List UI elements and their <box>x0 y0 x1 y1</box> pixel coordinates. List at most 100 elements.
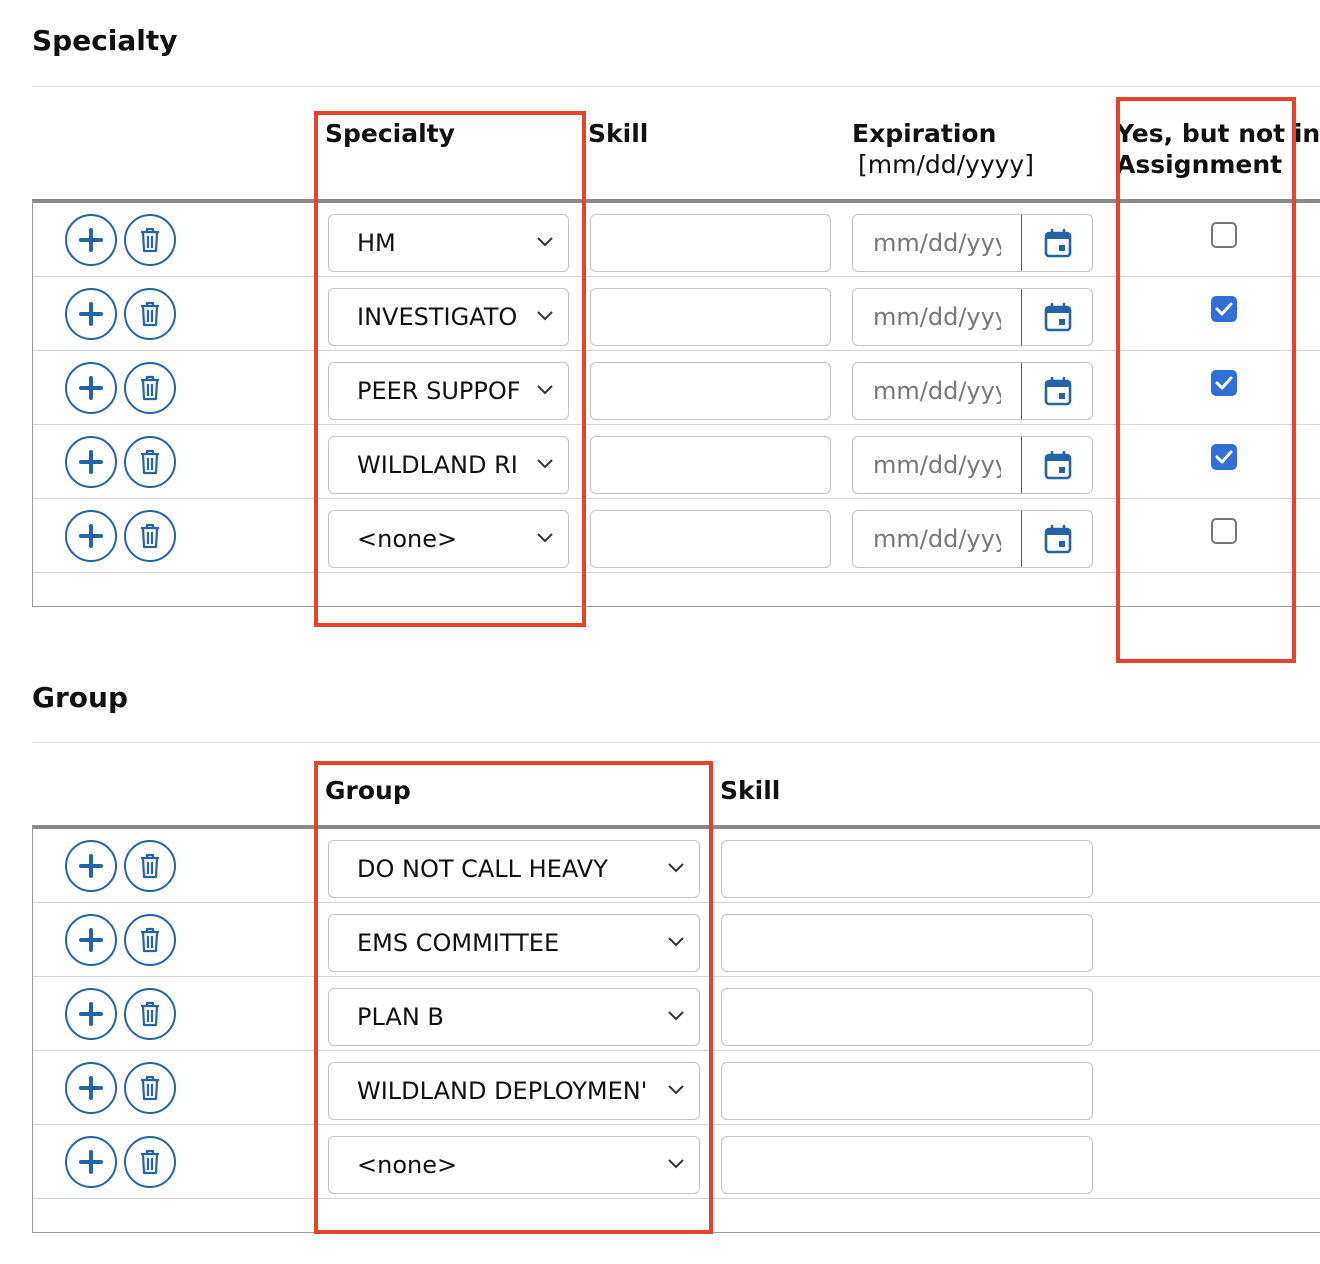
yes-not-in-assignment-checkbox[interactable] <box>1211 518 1237 544</box>
delete-row-button[interactable] <box>124 362 176 414</box>
add-row-button[interactable] <box>65 214 117 266</box>
calendar-button[interactable] <box>1021 437 1092 493</box>
add-row-button[interactable] <box>65 288 117 340</box>
expiration-header-label: Expiration <box>852 119 997 148</box>
calendar-icon <box>1044 376 1071 406</box>
delete-row-button[interactable] <box>124 988 176 1040</box>
trash-icon <box>141 1149 159 1175</box>
specialty-row: PEER SUPPOF mm/dd/yyyy <box>33 351 1320 425</box>
chevron-down-icon <box>668 1159 684 1169</box>
group-select-value: DO NOT CALL HEAVY <box>357 855 608 883</box>
chevron-down-icon <box>668 1011 684 1021</box>
specialty-select[interactable]: PEER SUPPOF <box>328 362 569 420</box>
group-select-value: PLAN B <box>357 1003 444 1031</box>
delete-row-button[interactable] <box>124 436 176 488</box>
specialty-select-value: INVESTIGATO <box>357 303 518 331</box>
trash-icon <box>141 301 159 327</box>
specialty-row: <none> mm/dd/yyyy <box>33 499 1320 573</box>
specialty-skill-column-header: Skill <box>588 119 649 148</box>
expiration-date-input[interactable]: mm/dd/yyyy <box>873 215 1001 271</box>
calendar-icon <box>1044 524 1071 554</box>
add-row-button[interactable] <box>65 510 117 562</box>
group-section-divider <box>32 742 1320 743</box>
trash-icon <box>141 523 159 549</box>
group-skill-input[interactable] <box>721 988 1093 1046</box>
yes-not-in-assignment-checkbox[interactable] <box>1211 222 1237 248</box>
expiration-date-input[interactable]: mm/dd/yyyy <box>873 289 1001 345</box>
trash-icon <box>141 227 159 253</box>
specialty-skill-input[interactable] <box>590 214 831 272</box>
expiration-date-input[interactable]: mm/dd/yyyy <box>873 511 1001 567</box>
plus-icon <box>79 302 103 326</box>
specialty-skill-input[interactable] <box>590 510 831 568</box>
delete-row-button[interactable] <box>124 214 176 266</box>
add-row-button[interactable] <box>65 436 117 488</box>
calendar-button[interactable] <box>1021 215 1092 271</box>
specialty-select[interactable]: INVESTIGATO <box>328 288 569 346</box>
trash-icon <box>141 375 159 401</box>
plus-icon <box>79 450 103 474</box>
group-select-value: <none> <box>357 1151 458 1179</box>
chevron-down-icon <box>537 311 553 321</box>
specialty-select-value: PEER SUPPOF <box>357 377 519 405</box>
expiration-date-field: mm/dd/yyyy <box>852 288 1093 346</box>
group-skill-input[interactable] <box>721 840 1093 898</box>
specialty-skill-input[interactable] <box>590 362 831 420</box>
specialty-select-value: HM <box>357 229 396 257</box>
specialty-skill-input[interactable] <box>590 288 831 346</box>
specialty-select[interactable]: HM <box>328 214 569 272</box>
group-row: PLAN B <box>33 977 1320 1051</box>
calendar-icon <box>1044 228 1071 258</box>
add-row-button[interactable] <box>65 840 117 892</box>
specialty-section-title: Specialty <box>32 24 178 57</box>
delete-row-button[interactable] <box>124 840 176 892</box>
expiration-date-field: mm/dd/yyyy <box>852 362 1093 420</box>
specialty-column-header: Specialty <box>325 119 455 148</box>
calendar-icon <box>1044 450 1071 480</box>
calendar-button[interactable] <box>1021 511 1092 567</box>
expiration-date-input[interactable]: mm/dd/yyyy <box>873 437 1001 493</box>
group-select[interactable]: <none> <box>328 1136 700 1194</box>
group-skill-input[interactable] <box>721 1062 1093 1120</box>
specialty-select[interactable]: WILDLAND RI <box>328 436 569 494</box>
expiration-date-field: mm/dd/yyyy <box>852 214 1093 272</box>
yes-header-line2: Assignment <box>1116 150 1283 179</box>
group-select-value: WILDLAND DEPLOYMEN' <box>357 1077 647 1105</box>
yes-not-in-assignment-checkbox[interactable] <box>1211 296 1237 322</box>
group-skill-input[interactable] <box>721 914 1093 972</box>
group-skill-input[interactable] <box>721 1136 1093 1194</box>
yes-not-in-assignment-checkbox[interactable] <box>1211 444 1237 470</box>
expiration-date-input[interactable]: mm/dd/yyyy <box>873 363 1001 419</box>
group-section-title: Group <box>32 681 129 714</box>
checkmark-icon <box>1215 376 1233 390</box>
group-select[interactable]: EMS COMMITTEE <box>328 914 700 972</box>
specialty-select-value: <none> <box>357 525 458 553</box>
plus-icon <box>79 228 103 252</box>
add-row-button[interactable] <box>65 1062 117 1114</box>
specialty-select-value: WILDLAND RI <box>357 451 518 479</box>
checkmark-icon <box>1215 450 1233 464</box>
group-select[interactable]: WILDLAND DEPLOYMEN' <box>328 1062 700 1120</box>
specialty-row: WILDLAND RI mm/dd/yyyy <box>33 425 1320 499</box>
delete-row-button[interactable] <box>124 288 176 340</box>
group-select[interactable]: PLAN B <box>328 988 700 1046</box>
group-select[interactable]: DO NOT CALL HEAVY <box>328 840 700 898</box>
delete-row-button[interactable] <box>124 1136 176 1188</box>
yes-not-in-assignment-checkbox[interactable] <box>1211 370 1237 396</box>
delete-row-button[interactable] <box>124 1062 176 1114</box>
group-select-value: EMS COMMITTEE <box>357 929 560 957</box>
calendar-icon <box>1044 302 1071 332</box>
calendar-button[interactable] <box>1021 363 1092 419</box>
add-row-button[interactable] <box>65 362 117 414</box>
delete-row-button[interactable] <box>124 510 176 562</box>
specialty-select[interactable]: <none> <box>328 510 569 568</box>
add-row-button[interactable] <box>65 1136 117 1188</box>
delete-row-button[interactable] <box>124 914 176 966</box>
add-row-button[interactable] <box>65 914 117 966</box>
add-row-button[interactable] <box>65 988 117 1040</box>
calendar-button[interactable] <box>1021 289 1092 345</box>
specialty-skill-input[interactable] <box>590 436 831 494</box>
plus-icon <box>79 1076 103 1100</box>
chevron-down-icon <box>537 533 553 543</box>
expiration-date-field: mm/dd/yyyy <box>852 436 1093 494</box>
